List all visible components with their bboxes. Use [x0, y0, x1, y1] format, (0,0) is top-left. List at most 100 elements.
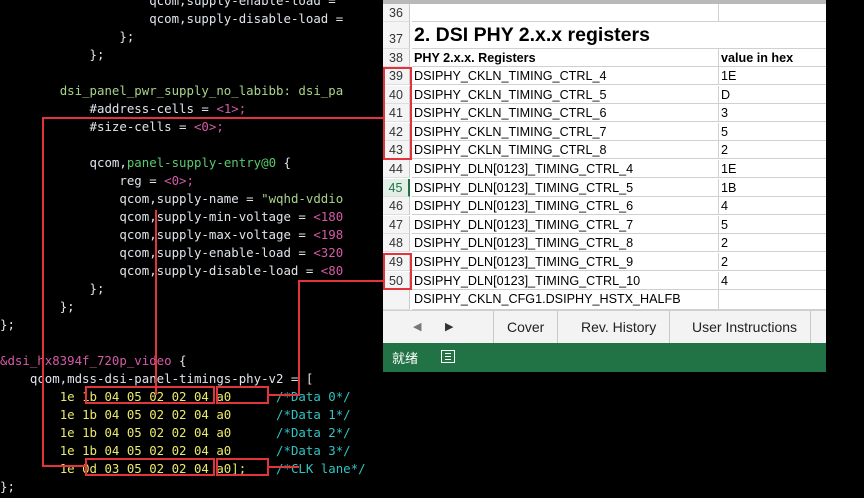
code-token: qcom,supply-disable-load = [119, 263, 321, 278]
tab-scroll-left-icon[interactable]: ◀ [413, 311, 421, 343]
code-token: }; [119, 29, 135, 44]
row-header[interactable]: 44 [383, 160, 410, 178]
code-token: qcom, [89, 155, 127, 170]
register-value-cell[interactable]: 3 [719, 104, 826, 123]
code-line: }; [0, 46, 105, 64]
register-name-cell[interactable]: DSIPHY_CKLN_TIMING_CTRL_8 [412, 141, 719, 160]
register-value-cell[interactable]: D [719, 86, 826, 104]
row-header[interactable]: 46 [383, 197, 410, 216]
cell[interactable] [719, 290, 826, 310]
code-token: panel-supply-entry@0 [126, 155, 277, 170]
tab-scroll-right-icon[interactable]: ▶ [445, 311, 453, 343]
register-value-cell[interactable]: 1B [719, 179, 826, 197]
code-line: qcom,supply-disable-load = <80 [0, 262, 343, 280]
register-name-cell[interactable]: DSIPHY_DLN[0123]_TIMING_CTRL_5 [412, 178, 719, 197]
code-line: qcom,supply-max-voltage = <198 [0, 226, 343, 244]
status-ready: 就绪 [392, 351, 419, 366]
register-name-cell[interactable]: DSIPHY_DLN[0123]_TIMING_CTRL_10 [412, 271, 719, 290]
register-name-cell[interactable]: DSIPHY_CKLN_TIMING_CTRL_7 [412, 122, 719, 141]
code-token: { [276, 155, 291, 170]
code-token: }; [89, 281, 105, 296]
row-highlight-annotation [383, 67, 412, 160]
code-line: qcom,supply-enable-load = [0, 0, 343, 10]
row-highlight-annotation [383, 253, 412, 290]
row-header[interactable]: 45 [383, 178, 410, 197]
code-token: #address-cells = [89, 101, 217, 116]
code-token: <0>; [193, 119, 224, 134]
register-value-cell[interactable]: 1E [719, 160, 826, 178]
tab-cover[interactable]: Cover [493, 311, 559, 343]
code-line: }; [0, 478, 15, 496]
code-token: <80 [320, 263, 344, 278]
code-token: }; [89, 47, 105, 62]
code-token: #size-cells = [89, 119, 194, 134]
register-name-cell[interactable]: DSIPHY_DLN[0123]_TIMING_CTRL_9 [412, 253, 719, 271]
code-token: }; [0, 479, 15, 494]
code-token: qcom,mdss-dsi-panel-timings-phy-v2 = [ [29, 371, 314, 386]
row-header[interactable]: 47 [383, 215, 410, 234]
code-line: #size-cells = <0>; [0, 118, 224, 136]
code-line: &dsi_hx8394f_720p_video { [0, 352, 187, 370]
code-token: 1e 1b 04 05 02 02 04 a0 [59, 407, 232, 422]
register-name-cell[interactable]: DSIPHY_DLN[0123]_TIMING_CTRL_6 [412, 197, 719, 216]
code-token: dsi_pa [298, 83, 344, 98]
register-value-cell[interactable]: 4 [719, 272, 826, 290]
spreadsheet-window: 36 37 2. DSI PHY 2.x.x registers 38 PHY … [383, 0, 826, 372]
code-line: qcom,supply-name = "wqhd-vddio [0, 190, 343, 208]
code-line: }; [0, 298, 75, 316]
code-token: qcom,supply-disable-load = [149, 11, 351, 26]
register-name-cell[interactable]: DSIPHY_DLN[0123]_TIMING_CTRL_7 [412, 215, 719, 234]
code-token: qcom,supply-name = [119, 191, 262, 206]
register-value-cell[interactable]: 4 [719, 197, 826, 216]
column-header-value[interactable]: value in hex [719, 49, 826, 67]
register-name-cell[interactable]: DSIPHY_CKLN_TIMING_CTRL_6 [412, 104, 719, 123]
register-name-cell[interactable]: DSIPHY_DLN[0123]_TIMING_CTRL_8 [412, 234, 719, 253]
register-name-cell[interactable]: DSIPHY_DLN[0123]_TIMING_CTRL_4 [412, 160, 719, 178]
code-token: /*Data 2*/ [231, 425, 351, 440]
sheet-tab-bar: ◀ ▶ Cover Rev. History User Instructions [383, 310, 826, 344]
code-token: dsi_panel_pwr_supply_no_labibb: [59, 83, 299, 98]
register-value-cell[interactable]: 2 [719, 141, 826, 160]
register-value-cell[interactable]: 2 [719, 253, 826, 271]
cell[interactable]: DSIPHY_CKLN_CFG1.DSIPHY_HSTX_HALFB [412, 290, 719, 310]
code-token: }; [59, 299, 75, 314]
code-token: <198 [313, 227, 344, 242]
register-name-cell[interactable]: DSIPHY_CKLN_TIMING_CTRL_4 [412, 67, 719, 85]
register-name-cell[interactable]: DSIPHY_CKLN_TIMING_CTRL_5 [412, 85, 719, 104]
row-header[interactable]: 48 [383, 234, 410, 253]
register-value-cell[interactable]: 1E [719, 67, 826, 85]
row-header[interactable] [383, 290, 410, 310]
code-token: 1e 1b 04 05 02 02 04 a0 [59, 425, 232, 440]
code-token: <1>; [216, 101, 247, 116]
code-line: dsi_panel_pwr_supply_no_labibb: dsi_pa [0, 82, 343, 100]
code-line: 1e 1b 04 05 02 02 04 a0 /*Data 1*/ [0, 406, 351, 424]
code-line: qcom,supply-enable-load = <320 [0, 244, 343, 262]
code-token: "wqhd-vddio [261, 191, 344, 206]
background-strip [826, 0, 864, 372]
row-header[interactable]: 37 [383, 22, 410, 49]
tab-rev-history[interactable]: Rev. History [568, 311, 671, 343]
register-value-cell[interactable]: 2 [719, 234, 826, 253]
code-token: reg = [119, 173, 165, 188]
column-header-registers[interactable]: PHY 2.x.x. Registers [412, 49, 719, 67]
code-token: &dsi_hx8394f_720p_video [0, 353, 172, 368]
row-header[interactable]: 38 [383, 49, 410, 67]
code-token: <0>; [164, 173, 194, 188]
register-value-cell[interactable]: 5 [719, 216, 826, 234]
cell[interactable] [412, 4, 719, 22]
code-token: qcom,supply-min-voltage = [119, 209, 314, 224]
code-token: qcom,supply-enable-load = [119, 245, 314, 260]
sheet-title[interactable]: 2. DSI PHY 2.x.x registers [412, 22, 826, 49]
cell[interactable] [719, 4, 826, 22]
register-value-cell[interactable]: 5 [719, 123, 826, 141]
code-token: qcom,supply-enable-load = [149, 0, 344, 8]
tab-user-instructions[interactable]: User Instructions [679, 311, 812, 343]
code-token: 1e 1b 04 05 02 02 04 a0 [59, 443, 232, 458]
row-header[interactable]: 36 [383, 4, 410, 22]
code-token: /*Data 3*/ [231, 443, 351, 458]
sheet-mode-icon[interactable] [441, 350, 455, 363]
code-line: reg = <0>; [0, 172, 194, 190]
code-line: }; [0, 316, 15, 334]
code-line: qcom,supply-min-voltage = <180 [0, 208, 343, 226]
code-line: }; [0, 280, 105, 298]
